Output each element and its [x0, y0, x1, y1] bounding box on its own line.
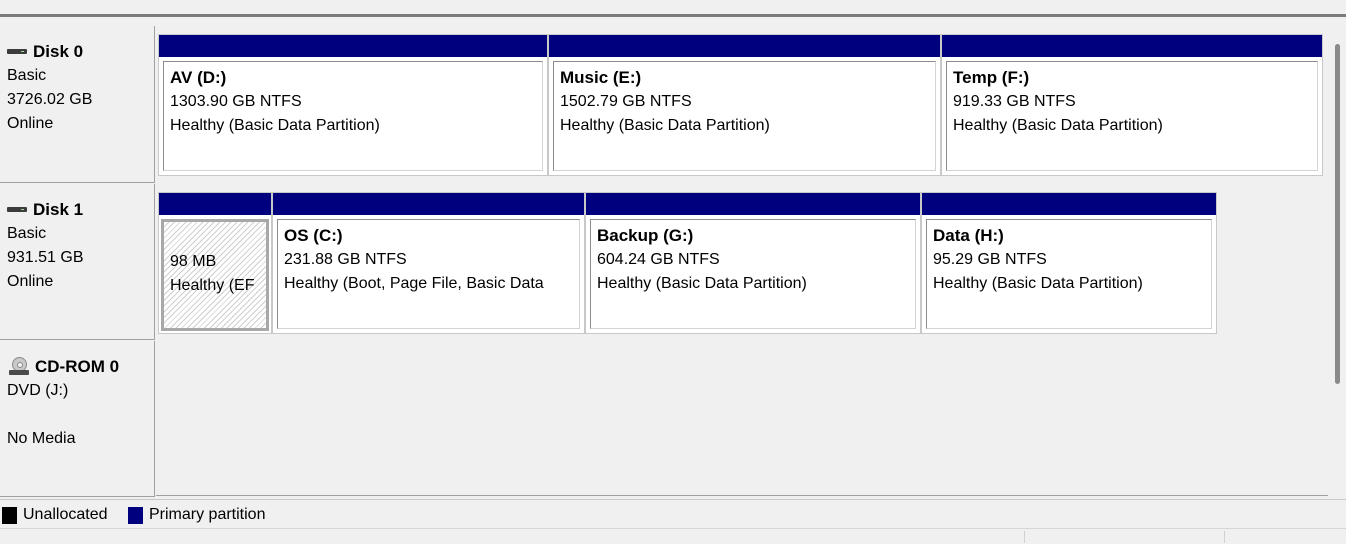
toolbar-strip: [0, 0, 1346, 15]
disk-0-name-row: Disk 0: [7, 40, 154, 64]
pane-divider[interactable]: [0, 14, 1346, 17]
primary-partition-bar: [159, 35, 547, 57]
partition-efi[interactable]: 98 MB Healthy (EF: [158, 192, 272, 334]
unallocated-swatch: [2, 506, 17, 524]
disk-0-status: Online: [7, 115, 54, 132]
partition-title: Temp (F:): [953, 68, 1030, 87]
partition-title: Music (E:): [560, 68, 642, 87]
primary-partition-swatch: [128, 506, 143, 524]
partition-os-c[interactable]: OS (C:) 231.88 GB NTFS Healthy (Boot, Pa…: [272, 192, 585, 334]
partition-size: 1502.79 GB NTFS: [560, 93, 692, 110]
primary-partition-bar: [273, 193, 584, 215]
partition-data-h-details: Data (H:) 95.29 GB NTFS Healthy (Basic D…: [926, 219, 1212, 329]
cdrom-0-size: [7, 403, 154, 427]
partition-size: 95.29 GB NTFS: [933, 251, 1047, 268]
partition-backup-g-details: Backup (G:) 604.24 GB NTFS Healthy (Basi…: [590, 219, 916, 329]
partition-data-h[interactable]: Data (H:) 95.29 GB NTFS Healthy (Basic D…: [921, 192, 1217, 334]
partition-title: [170, 226, 266, 250]
disk-1-type: Basic: [7, 225, 47, 242]
disk-0-name: Disk 0: [33, 42, 84, 61]
partition-size: 231.88 GB NTFS: [284, 251, 407, 268]
cdrom-0-status: No Media: [7, 430, 76, 447]
disk-1-label[interactable]: Disk 1 Basic 931.51 GB Online: [0, 184, 155, 340]
partition-health: Healthy (EF: [170, 277, 255, 294]
partition-size: 919.33 GB NTFS: [953, 93, 1076, 110]
partition-efi-details: 98 MB Healthy (EF: [161, 219, 269, 331]
partition-temp-f-details: Temp (F:) 919.33 GB NTFS Healthy (Basic …: [946, 61, 1318, 171]
legend-unallocated-label: Unallocated: [23, 506, 108, 523]
partition-os-c-details: OS (C:) 231.88 GB NTFS Healthy (Boot, Pa…: [277, 219, 580, 329]
partition-av-d-details: AV (D:) 1303.90 GB NTFS Healthy (Basic D…: [163, 61, 543, 171]
vertical-scrollbar[interactable]: [1328, 18, 1346, 498]
primary-partition-bar: [586, 193, 920, 215]
cd-rom-icon: [7, 357, 29, 377]
partition-music-e[interactable]: Music (E:) 1502.79 GB NTFS Healthy (Basi…: [548, 34, 941, 176]
status-divider: [1024, 531, 1025, 543]
legend-primary: Primary partition: [128, 506, 265, 524]
disk-0-size: 3726.02 GB: [7, 91, 93, 108]
cdrom-0-name: CD-ROM 0: [35, 357, 120, 376]
partition-temp-f[interactable]: Temp (F:) 919.33 GB NTFS Healthy (Basic …: [941, 34, 1323, 176]
hard-disk-icon: [7, 47, 27, 57]
partition-title: OS (C:): [284, 226, 343, 245]
partition-size: 98 MB: [170, 253, 217, 270]
partition-size: 1303.90 GB NTFS: [170, 93, 302, 110]
partition-title: Data (H:): [933, 226, 1004, 245]
partition-health: Healthy (Basic Data Partition): [933, 275, 1143, 292]
partition-health: Healthy (Boot, Page File, Basic Data: [284, 275, 544, 292]
disk-1-name: Disk 1: [33, 200, 84, 219]
legend-bar: Unallocated Primary partition: [0, 499, 1346, 530]
legend-primary-label: Primary partition: [149, 506, 266, 523]
partition-backup-g[interactable]: Backup (G:) 604.24 GB NTFS Healthy (Basi…: [585, 192, 921, 334]
scrollbar-thumb[interactable]: [1335, 44, 1340, 384]
cdrom-0-name-row: CD-ROM 0: [7, 355, 154, 379]
disk-1-status: Online: [7, 273, 54, 290]
hard-disk-icon: [7, 205, 27, 215]
partition-title: Backup (G:): [597, 226, 694, 245]
partition-health: Healthy (Basic Data Partition): [597, 275, 807, 292]
primary-partition-bar: [159, 193, 271, 215]
cdrom-0-drive: DVD (J:): [7, 382, 69, 399]
disk-1-partitions: 98 MB Healthy (EF OS (C:) 231.88 GB NTFS…: [158, 192, 1218, 334]
partition-health: Healthy (Basic Data Partition): [953, 117, 1163, 134]
partition-av-d[interactable]: AV (D:) 1303.90 GB NTFS Healthy (Basic D…: [158, 34, 548, 176]
partition-health: Healthy (Basic Data Partition): [170, 117, 380, 134]
status-divider: [1224, 531, 1225, 543]
disk-1-name-row: Disk 1: [7, 198, 154, 222]
partition-size: 604.24 GB NTFS: [597, 251, 720, 268]
cdrom-0-area[interactable]: [156, 341, 1328, 495]
disk-0-type: Basic: [7, 67, 47, 84]
primary-partition-bar: [942, 35, 1322, 57]
cdrom-0-label[interactable]: CD-ROM 0 DVD (J:) No Media: [0, 341, 155, 497]
disk-0-label[interactable]: Disk 0 Basic 3726.02 GB Online: [0, 26, 155, 183]
primary-partition-bar: [922, 193, 1216, 215]
partition-title: AV (D:): [170, 68, 227, 87]
disk-1-size: 931.51 GB: [7, 249, 84, 266]
partition-health: Healthy (Basic Data Partition): [560, 117, 770, 134]
disk-0-partitions: AV (D:) 1303.90 GB NTFS Healthy (Basic D…: [158, 34, 1324, 176]
primary-partition-bar: [549, 35, 940, 57]
legend-unallocated: Unallocated: [2, 506, 108, 524]
status-bar: [0, 528, 1346, 544]
list-bottom-border: [156, 495, 1328, 496]
partition-music-e-details: Music (E:) 1502.79 GB NTFS Healthy (Basi…: [553, 61, 936, 171]
